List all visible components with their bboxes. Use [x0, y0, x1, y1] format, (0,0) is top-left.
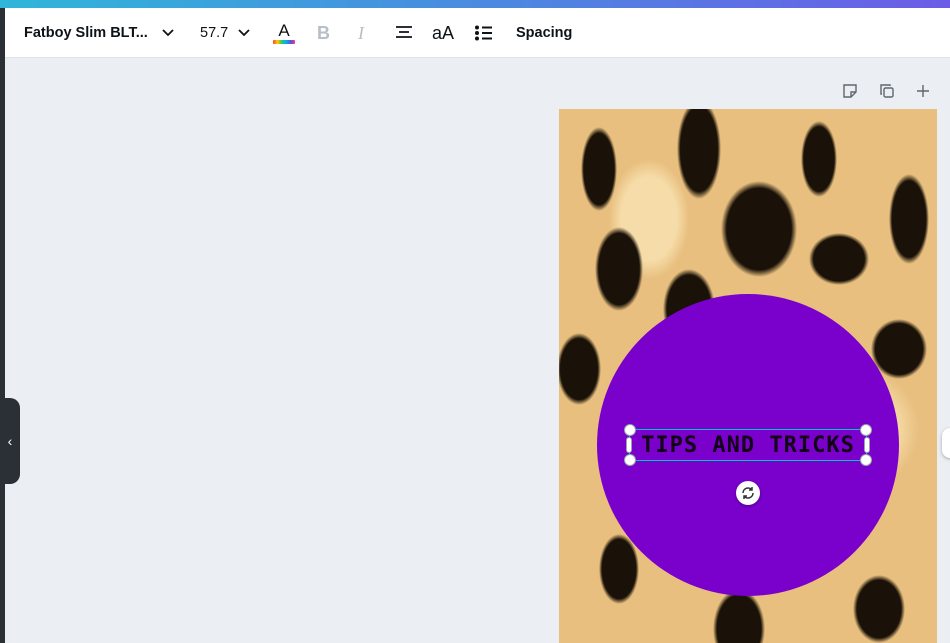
resize-handle-top-left[interactable] — [624, 424, 636, 436]
chevron-down-icon[interactable] — [237, 8, 251, 58]
text-selection-box[interactable]: TIPS AND TRICKS — [624, 424, 872, 466]
duplicate-page-icon[interactable] — [877, 80, 897, 102]
list-icon[interactable] — [474, 8, 494, 58]
rotate-icon[interactable] — [736, 481, 760, 505]
chevron-left-icon: ‹ — [7, 433, 13, 449]
text-color-icon: A — [278, 20, 290, 40]
resize-handle-bottom-right[interactable] — [860, 454, 872, 466]
note-icon[interactable] — [840, 80, 860, 102]
font-family-dropdown[interactable]: Fatboy Slim BLT... — [24, 8, 148, 58]
resize-handle-right[interactable] — [864, 437, 870, 453]
align-center-icon[interactable] — [394, 8, 414, 58]
color-swatch-bar — [273, 39, 295, 44]
collapse-panel-button[interactable]: ‹ — [0, 398, 20, 484]
side-scroll-button[interactable] — [942, 428, 950, 458]
resize-handle-top-right[interactable] — [860, 424, 872, 436]
italic-button[interactable]: I — [358, 8, 364, 58]
canvas-text-element[interactable]: TIPS AND TRICKS — [630, 430, 866, 460]
bold-button[interactable]: B — [317, 8, 330, 58]
spacing-button[interactable]: Spacing — [516, 8, 572, 58]
resize-handle-bottom-left[interactable] — [624, 454, 636, 466]
page-actions — [840, 80, 940, 102]
resize-handle-left[interactable] — [626, 437, 632, 453]
left-panel-edge — [0, 8, 5, 643]
chevron-down-icon[interactable] — [161, 8, 175, 58]
letter-case-button[interactable]: aA — [432, 8, 454, 58]
add-page-icon[interactable] — [913, 80, 933, 102]
text-color-button[interactable]: A — [273, 8, 295, 58]
font-size-input[interactable]: 57.7 — [200, 8, 228, 58]
top-accent-bar — [0, 0, 950, 8]
text-toolbar: Fatboy Slim BLT... 57.7 A B I aA Spacing — [5, 8, 950, 58]
design-page-canvas[interactable] — [559, 109, 937, 643]
